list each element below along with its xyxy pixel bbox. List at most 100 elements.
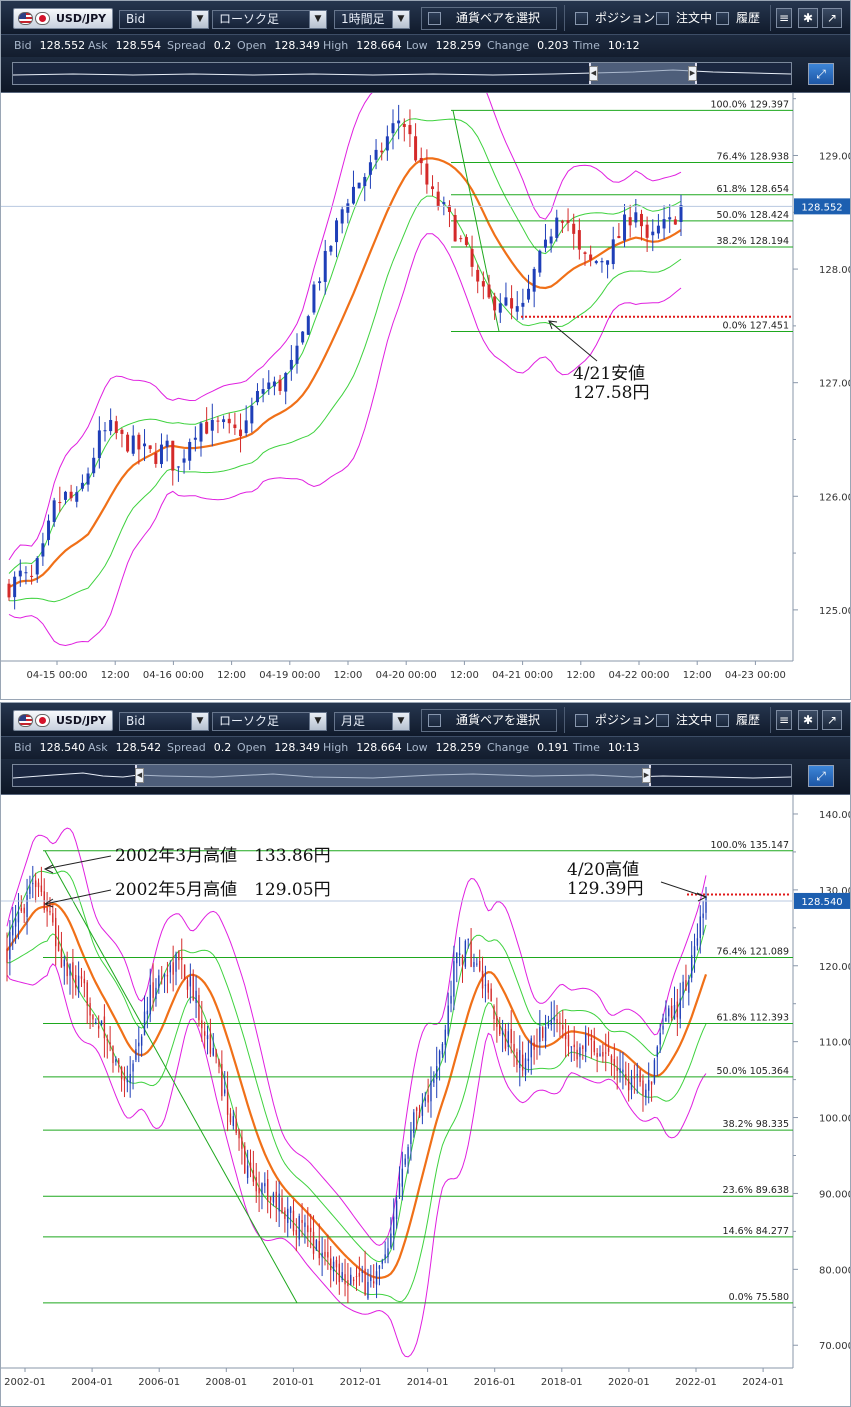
- history-checkbox[interactable]: [716, 12, 729, 25]
- candle-body: [610, 1055, 613, 1063]
- candle-body: [375, 1271, 378, 1285]
- candle-body: [143, 1011, 146, 1036]
- navigator-left-handle[interactable]: ◀: [589, 66, 598, 81]
- change-value: 0.203: [537, 39, 569, 52]
- history-checkbox[interactable]: [716, 714, 729, 727]
- price-type-value: Bid: [126, 12, 146, 26]
- candle-body: [673, 219, 677, 225]
- candle-body: [222, 419, 226, 423]
- pair-select-checkbox[interactable]: [428, 12, 441, 25]
- currency-pair-selector[interactable]: USD/JPY: [13, 8, 113, 29]
- navigator-right-handle[interactable]: ▶: [688, 66, 697, 81]
- navigator-left-handle[interactable]: ◀: [135, 768, 144, 783]
- candle-body: [484, 984, 487, 986]
- candle-body: [521, 302, 525, 307]
- spread-value: 0.2: [213, 39, 232, 52]
- divider: [564, 707, 565, 733]
- candle-body: [627, 1079, 630, 1091]
- timeframe-select[interactable]: 1時間足 ▼: [334, 10, 410, 29]
- menu-icon[interactable]: ≡: [776, 8, 792, 28]
- menu-icon[interactable]: ≡: [776, 710, 792, 730]
- gear-icon[interactable]: ✱: [798, 710, 818, 730]
- orders-checkbox[interactable]: [656, 12, 669, 25]
- y-tick-label: 120.000: [819, 962, 850, 973]
- bid-value: 128.540: [39, 741, 86, 754]
- x-tick-label: 2006-01: [138, 1377, 180, 1388]
- candle-body: [103, 430, 107, 432]
- chevron-down-icon: ▼: [392, 713, 409, 730]
- candle-body: [83, 978, 86, 984]
- candle-body: [408, 125, 412, 135]
- candle-body: [250, 405, 254, 424]
- candle-body: [95, 1022, 97, 1024]
- zoom-button[interactable]: ⤢: [808, 765, 834, 787]
- candle-body: [181, 957, 183, 960]
- price-type-select[interactable]: Bid ▼: [119, 10, 209, 29]
- candle-body: [281, 1197, 283, 1214]
- candle-body: [645, 224, 649, 238]
- candle-body: [453, 961, 455, 997]
- chevron-down-icon: ▼: [309, 11, 326, 28]
- candle-body: [201, 1020, 203, 1029]
- gear-icon[interactable]: ✱: [798, 8, 818, 28]
- candle-body: [410, 1130, 412, 1144]
- candle-body: [564, 1033, 567, 1040]
- position-checkbox[interactable]: [575, 714, 588, 727]
- y-tick-label: 125.000: [819, 606, 850, 617]
- navigator-right-handle[interactable]: ▶: [642, 768, 651, 783]
- us-flag-icon: [18, 714, 33, 727]
- candle-body: [352, 1279, 355, 1281]
- navigator-overview[interactable]: ◀ ▶: [12, 764, 792, 787]
- price-type-value: Bid: [126, 714, 146, 728]
- candle-body: [499, 1024, 501, 1035]
- timeframe-select[interactable]: 月足 ▼: [334, 712, 410, 731]
- position-checkbox[interactable]: [575, 12, 588, 25]
- candle-body: [696, 938, 699, 946]
- candle-body: [547, 1023, 550, 1027]
- candle-body: [97, 430, 101, 459]
- candle-body: [519, 1050, 521, 1068]
- moving-average: [6, 902, 708, 1280]
- hourly-candlestick-chart[interactable]: 125.000 126.000 127.000 128.000 129.000 04-15…: [1, 65, 851, 702]
- y-tick-label: 129.000: [819, 151, 850, 162]
- candle-body: [441, 1043, 444, 1055]
- chart-type-value: ローソク足: [219, 714, 280, 728]
- candle-body: [143, 443, 147, 447]
- candle-body: [52, 500, 56, 522]
- candle-body: [413, 1112, 415, 1133]
- candle-body: [159, 444, 163, 465]
- chart-type-select[interactable]: ローソク足 ▼: [212, 712, 327, 731]
- chevron-down-icon: ▼: [309, 713, 326, 730]
- navigator-bar: ◀ ▶ ⤢: [1, 57, 850, 93]
- candle-body: [549, 236, 553, 244]
- currency-pair-selector[interactable]: USD/JPY: [13, 710, 113, 731]
- pair-select-checkbox[interactable]: [428, 714, 441, 727]
- timeframe-value: 月足: [341, 714, 366, 728]
- lower-band-1: [7, 933, 707, 1303]
- x-tick-label: 2022-01: [675, 1377, 717, 1388]
- candle-body: [41, 543, 45, 557]
- candle-body: [573, 1044, 575, 1048]
- candle-body: [241, 1137, 243, 1149]
- navigator-window[interactable]: ◀ ▶: [589, 63, 697, 84]
- candle-body: [186, 980, 189, 990]
- price-type-select[interactable]: Bid ▼: [119, 712, 209, 731]
- candle-body: [166, 975, 169, 977]
- navigator-window[interactable]: ◀ ▶: [135, 765, 651, 786]
- candle-body: [600, 261, 604, 263]
- candle-body: [40, 885, 43, 893]
- popout-icon[interactable]: ↗: [822, 8, 842, 28]
- candle-body: [433, 1079, 435, 1083]
- candle-body: [397, 120, 401, 124]
- popout-icon[interactable]: ↗: [822, 710, 842, 730]
- candle-body: [212, 1047, 214, 1056]
- chart-type-select[interactable]: ローソク足 ▼: [212, 10, 327, 29]
- candle-body: [169, 965, 171, 973]
- navigator-overview[interactable]: ◀ ▶: [12, 62, 792, 85]
- candle-body: [30, 575, 34, 577]
- orders-checkbox[interactable]: [656, 714, 669, 727]
- candle-body: [438, 1051, 441, 1064]
- ask-value: 128.554: [115, 39, 162, 52]
- candle-body: [261, 1183, 263, 1194]
- zoom-button[interactable]: ⤢: [808, 63, 834, 85]
